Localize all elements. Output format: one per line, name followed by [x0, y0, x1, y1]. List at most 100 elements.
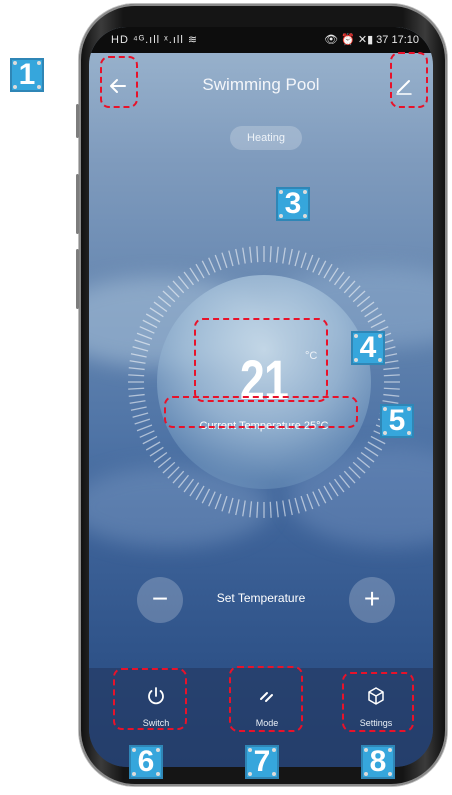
marker-corner-dot — [132, 772, 136, 776]
dial-tick — [189, 482, 200, 497]
page-title: Swimming Pool — [202, 75, 320, 94]
dial-tick — [134, 339, 151, 346]
dial-tick — [300, 252, 307, 269]
annotation-marker-4: 4 — [351, 331, 385, 365]
dial-tick — [383, 367, 400, 371]
dial-tick — [162, 290, 176, 303]
dial-tick — [145, 441, 161, 451]
dial-tick — [282, 247, 286, 264]
annotation-marker-8: 8 — [361, 745, 395, 779]
dial-tick — [269, 246, 272, 263]
marker-corner-dot — [279, 214, 283, 218]
dial-tick — [367, 313, 383, 323]
annotation-marker-label: 5 — [388, 404, 406, 437]
status-bar: HD ⁴ᴳ.ıll ˣ.ıll ≋ 👁 ⏰ ✕▮ 37 17:10 — [89, 27, 433, 53]
dial-tick — [360, 452, 375, 463]
annotation-marker-label: 8 — [369, 745, 387, 778]
set-temperature-row: − Set Temperature + — [89, 577, 433, 623]
dial-tick — [288, 248, 293, 265]
dial-tick — [235, 499, 240, 516]
dial-tick — [189, 267, 200, 282]
marker-corner-dot — [354, 358, 358, 362]
marker-corner-dot — [37, 61, 41, 65]
dial-tick — [214, 493, 222, 510]
dial-tick — [129, 360, 146, 364]
dial-tick — [367, 441, 383, 451]
dial-tick — [235, 248, 240, 265]
dial-tick — [172, 470, 185, 484]
dial-tick — [183, 271, 194, 286]
annotation-marker-6: 6 — [129, 745, 163, 779]
marker-corner-dot — [364, 748, 368, 752]
annotation-box-current-temperature — [164, 396, 358, 428]
annotation-box-edit — [390, 52, 428, 108]
annotation-marker-label: 1 — [18, 58, 36, 91]
dial-tick — [294, 250, 300, 267]
dial-tick — [364, 446, 379, 457]
dial-tick — [128, 367, 145, 371]
dial-tick — [306, 493, 314, 510]
marker-corner-dot — [303, 214, 307, 218]
dial-tick — [256, 246, 259, 263]
phone-side-button — [76, 249, 79, 309]
dial-tick — [128, 387, 145, 390]
marker-corner-dot — [407, 431, 411, 435]
dial-tick — [356, 295, 371, 307]
dial-tick — [312, 491, 320, 507]
dial-tick — [348, 466, 361, 479]
annotation-marker-label: 4 — [359, 331, 377, 364]
dial-tick — [249, 501, 253, 518]
top-bar: Swimming Pool — [89, 67, 433, 107]
marker-corner-dot — [272, 748, 276, 752]
marker-corner-dot — [248, 772, 252, 776]
dial-tick — [334, 478, 345, 493]
dial-tick — [128, 374, 145, 377]
marker-corner-dot — [303, 190, 307, 194]
phone-side-button — [76, 104, 79, 138]
dial-tick — [275, 246, 279, 263]
dial-tick — [328, 482, 339, 497]
dial-tick — [142, 435, 158, 445]
dial-tick — [256, 501, 259, 518]
dial-tick — [294, 497, 300, 514]
annotation-marker-label: 7 — [253, 745, 271, 778]
dial-tick — [242, 500, 246, 517]
dial-tick — [288, 499, 293, 516]
dial-tick — [195, 485, 205, 501]
dial-tick — [228, 497, 234, 514]
status-bar-signal: HD ⁴ᴳ.ıll ˣ.ıll ≋ — [111, 34, 199, 46]
dial-tick — [201, 488, 211, 504]
dial-tick — [228, 250, 234, 267]
dial-tick — [348, 285, 361, 298]
annotation-marker-3: 3 — [276, 187, 310, 221]
dial-tick — [162, 461, 176, 474]
status-bar-time: 👁 ⏰ ✕▮ 37 17:10 — [324, 34, 419, 46]
annotation-box-back — [100, 56, 138, 108]
dial-tick — [136, 332, 153, 340]
marker-corner-dot — [279, 190, 283, 194]
dial-tick — [282, 500, 286, 517]
dial-tick — [343, 280, 356, 294]
dial-tick — [177, 275, 189, 290]
dial-tick — [323, 263, 333, 279]
dial-tick — [130, 406, 147, 411]
marker-corner-dot — [383, 407, 387, 411]
dial-tick — [300, 495, 307, 512]
dial-tick — [167, 466, 180, 479]
dial-tick — [183, 478, 194, 493]
dial-tick — [275, 501, 279, 518]
dial-tick — [317, 488, 327, 504]
dial-tick — [142, 319, 158, 329]
dial-tick — [153, 452, 168, 463]
dial-tick — [195, 263, 205, 279]
marker-corner-dot — [378, 334, 382, 338]
dial-tick — [339, 474, 351, 489]
dial-tick — [149, 307, 164, 318]
annotation-box-temperature — [194, 318, 328, 402]
dial-tick — [360, 301, 375, 312]
dial-tick — [157, 457, 172, 469]
dial-tick — [323, 485, 333, 501]
marker-corner-dot — [388, 772, 392, 776]
annotation-marker-5: 5 — [380, 404, 414, 438]
increase-temperature-button[interactable]: + — [349, 577, 395, 623]
